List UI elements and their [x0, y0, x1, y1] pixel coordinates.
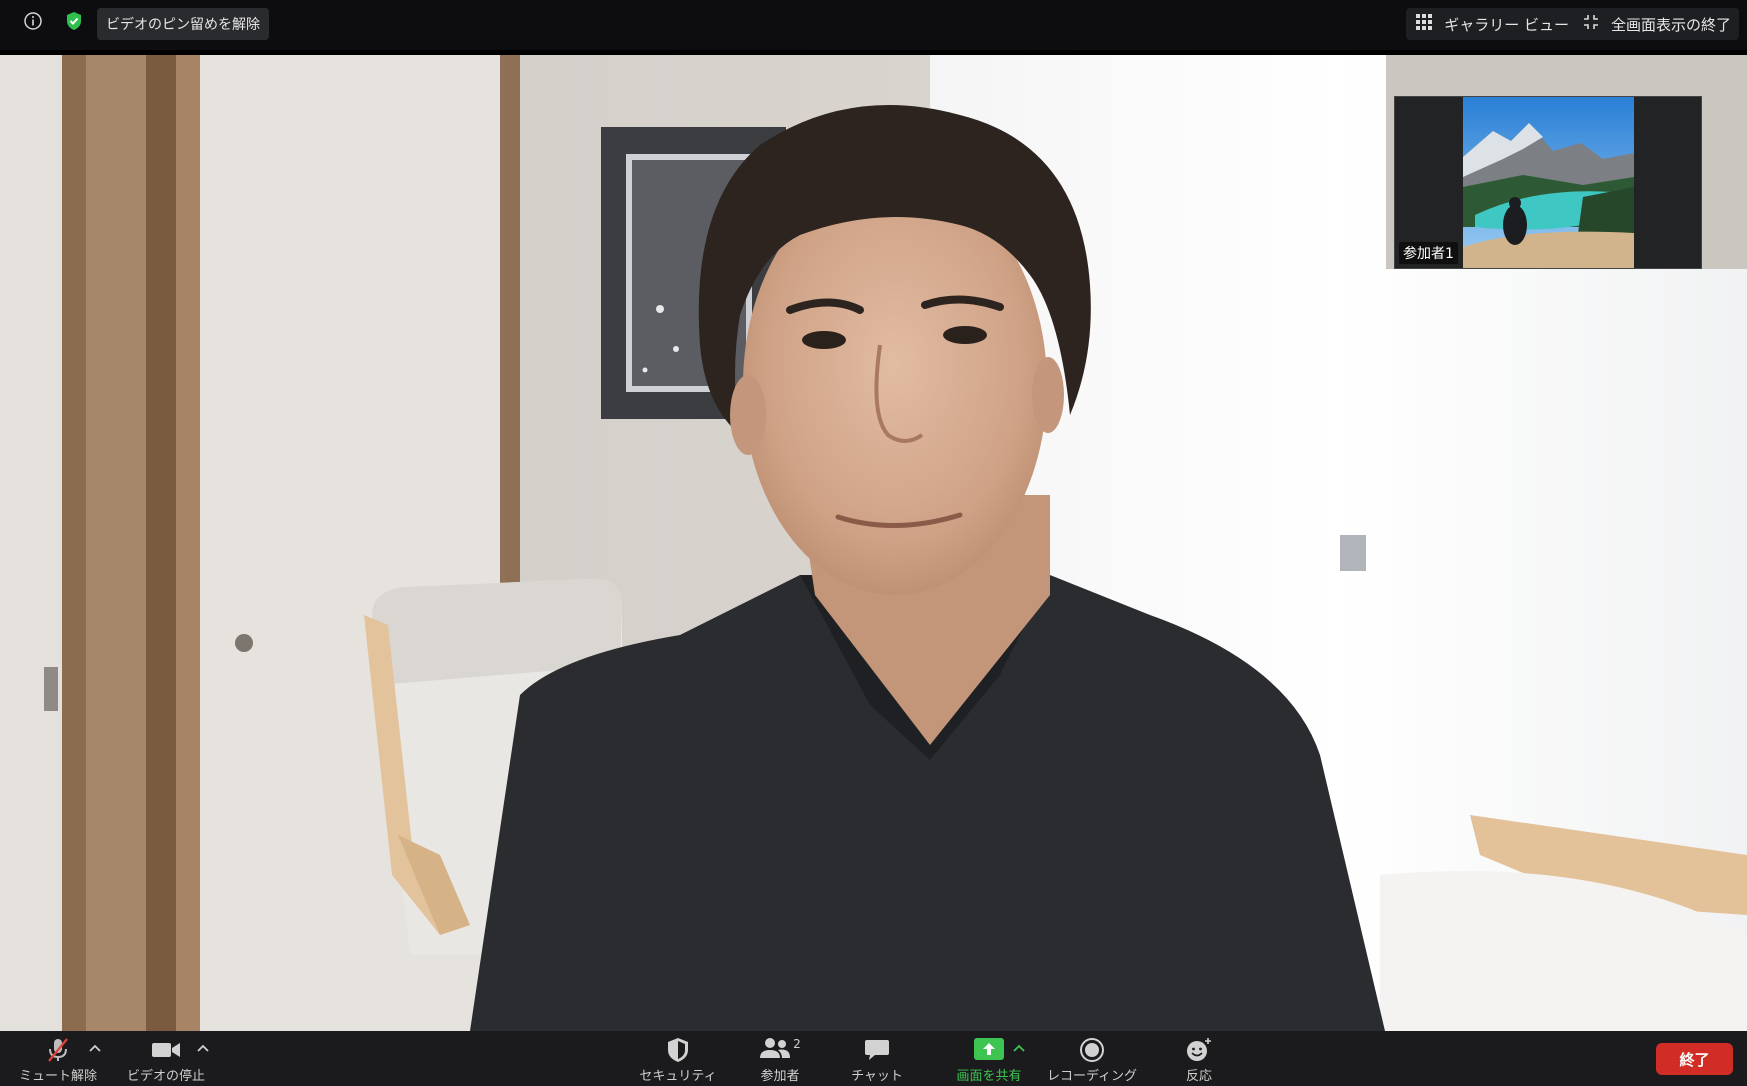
security-button[interactable]: セキュリティ [636, 1035, 720, 1085]
stop-video-label: ビデオの停止 [126, 1069, 205, 1084]
share-options-caret[interactable] [1012, 1041, 1026, 1055]
unpin-video-button[interactable]: ビデオのピン留めを解除 [97, 8, 269, 40]
info-icon [23, 11, 43, 35]
unmute-label: ミュート解除 [18, 1069, 97, 1084]
exit-fullscreen-icon [1583, 14, 1599, 34]
security-label: セキュリティ [639, 1069, 717, 1084]
encryption-status-button[interactable] [56, 8, 92, 38]
participants-icon [759, 1037, 791, 1063]
participants-icon-group: 2 [759, 1035, 801, 1064]
microphone-muted-icon [45, 1035, 71, 1064]
participants-button[interactable]: 2 参加者 [742, 1035, 818, 1085]
record-button[interactable]: レコーディング [1040, 1035, 1144, 1085]
video-options-caret[interactable] [196, 1041, 210, 1055]
participant-thumbnail[interactable]: 参加者1 [1394, 96, 1702, 269]
video-camera-icon [151, 1035, 181, 1064]
chat-bubble-icon [864, 1035, 890, 1064]
unpin-video-label: ビデオのピン留めを解除 [106, 17, 260, 33]
zoom-meeting-window: 参加者1 ビデオのピン留めを解除 ギャラリー ビュー 全画面表示の終了 ミュート… [0, 0, 1747, 1086]
security-shield-icon [666, 1035, 690, 1064]
share-screen-icon [974, 1035, 1004, 1064]
encryption-shield-icon [65, 11, 83, 35]
participant-thumbnail-image [1463, 97, 1634, 268]
participant-name-label: 参加者1 [1399, 242, 1458, 264]
share-screen-label: 画面を共有 [956, 1069, 1022, 1084]
exit-fullscreen-button[interactable]: 全画面表示の終了 [1572, 8, 1739, 40]
gallery-view-label: ギャラリー ビュー [1444, 15, 1569, 34]
meeting-controls-toolbar: ミュート解除 ビデオの停止 セキュリティ 2 参加者 チャット 画面を共有 レコ… [0, 1031, 1747, 1086]
top-bar: ビデオのピン留めを解除 ギャラリー ビュー 全画面表示の終了 [0, 0, 1747, 50]
reactions-label: 反応 [1185, 1069, 1212, 1084]
end-meeting-label: 終了 [1679, 1050, 1710, 1069]
participants-label: 参加者 [760, 1069, 800, 1084]
audio-options-caret[interactable] [88, 1041, 102, 1055]
gallery-grid-icon [1416, 14, 1433, 34]
participants-count: 2 [793, 1037, 801, 1051]
end-meeting-button[interactable]: 終了 [1656, 1043, 1733, 1075]
meeting-info-button[interactable] [14, 8, 52, 38]
gallery-view-button[interactable]: ギャラリー ビュー [1406, 8, 1577, 40]
reaction-emoji-icon [1185, 1035, 1213, 1064]
record-icon [1079, 1035, 1105, 1064]
chat-label: チャット [851, 1069, 903, 1084]
chat-button[interactable]: チャット [842, 1035, 912, 1085]
exit-fullscreen-label: 全画面表示の終了 [1610, 15, 1731, 34]
reactions-button[interactable]: 反応 [1176, 1035, 1222, 1085]
record-label: レコーディング [1046, 1069, 1138, 1084]
